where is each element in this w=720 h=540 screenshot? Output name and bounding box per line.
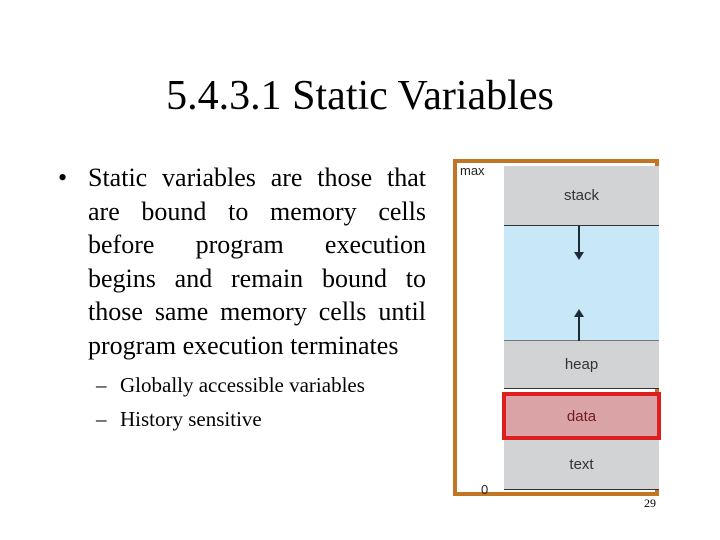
page-number: 29 bbox=[644, 496, 656, 510]
free-space-segment bbox=[504, 226, 659, 341]
sub-bullet-list: – Globally accessible variables – Histor… bbox=[96, 368, 365, 436]
sub-bullet-text: Globally accessible variables bbox=[120, 373, 365, 397]
sub-bullet: – Globally accessible variables bbox=[96, 368, 365, 402]
dash-symbol: – bbox=[96, 373, 107, 397]
data-segment-highlighted: data bbox=[502, 392, 661, 440]
sub-bullet: – History sensitive bbox=[96, 402, 365, 436]
stack-segment: stack bbox=[504, 166, 659, 226]
heap-growth-arrow-icon bbox=[574, 309, 584, 341]
bullet-symbol: • bbox=[58, 163, 68, 192]
dash-symbol: – bbox=[96, 407, 107, 431]
text-segment: text bbox=[504, 440, 659, 490]
sub-bullet-text: History sensitive bbox=[120, 407, 262, 431]
heap-segment: heap bbox=[504, 341, 659, 389]
main-bullet: • Static variables are those that are bo… bbox=[58, 161, 426, 362]
slide-title: 5.4.3.1 Static Variables bbox=[166, 73, 554, 119]
bullet-text: Static variables are those that are boun… bbox=[88, 163, 426, 360]
zero-address-label: 0 bbox=[481, 482, 489, 497]
max-address-label: max bbox=[460, 163, 485, 178]
stack-growth-arrow-icon bbox=[574, 226, 584, 260]
memory-layout-diagram: max stack heap data text 0 bbox=[453, 159, 661, 497]
